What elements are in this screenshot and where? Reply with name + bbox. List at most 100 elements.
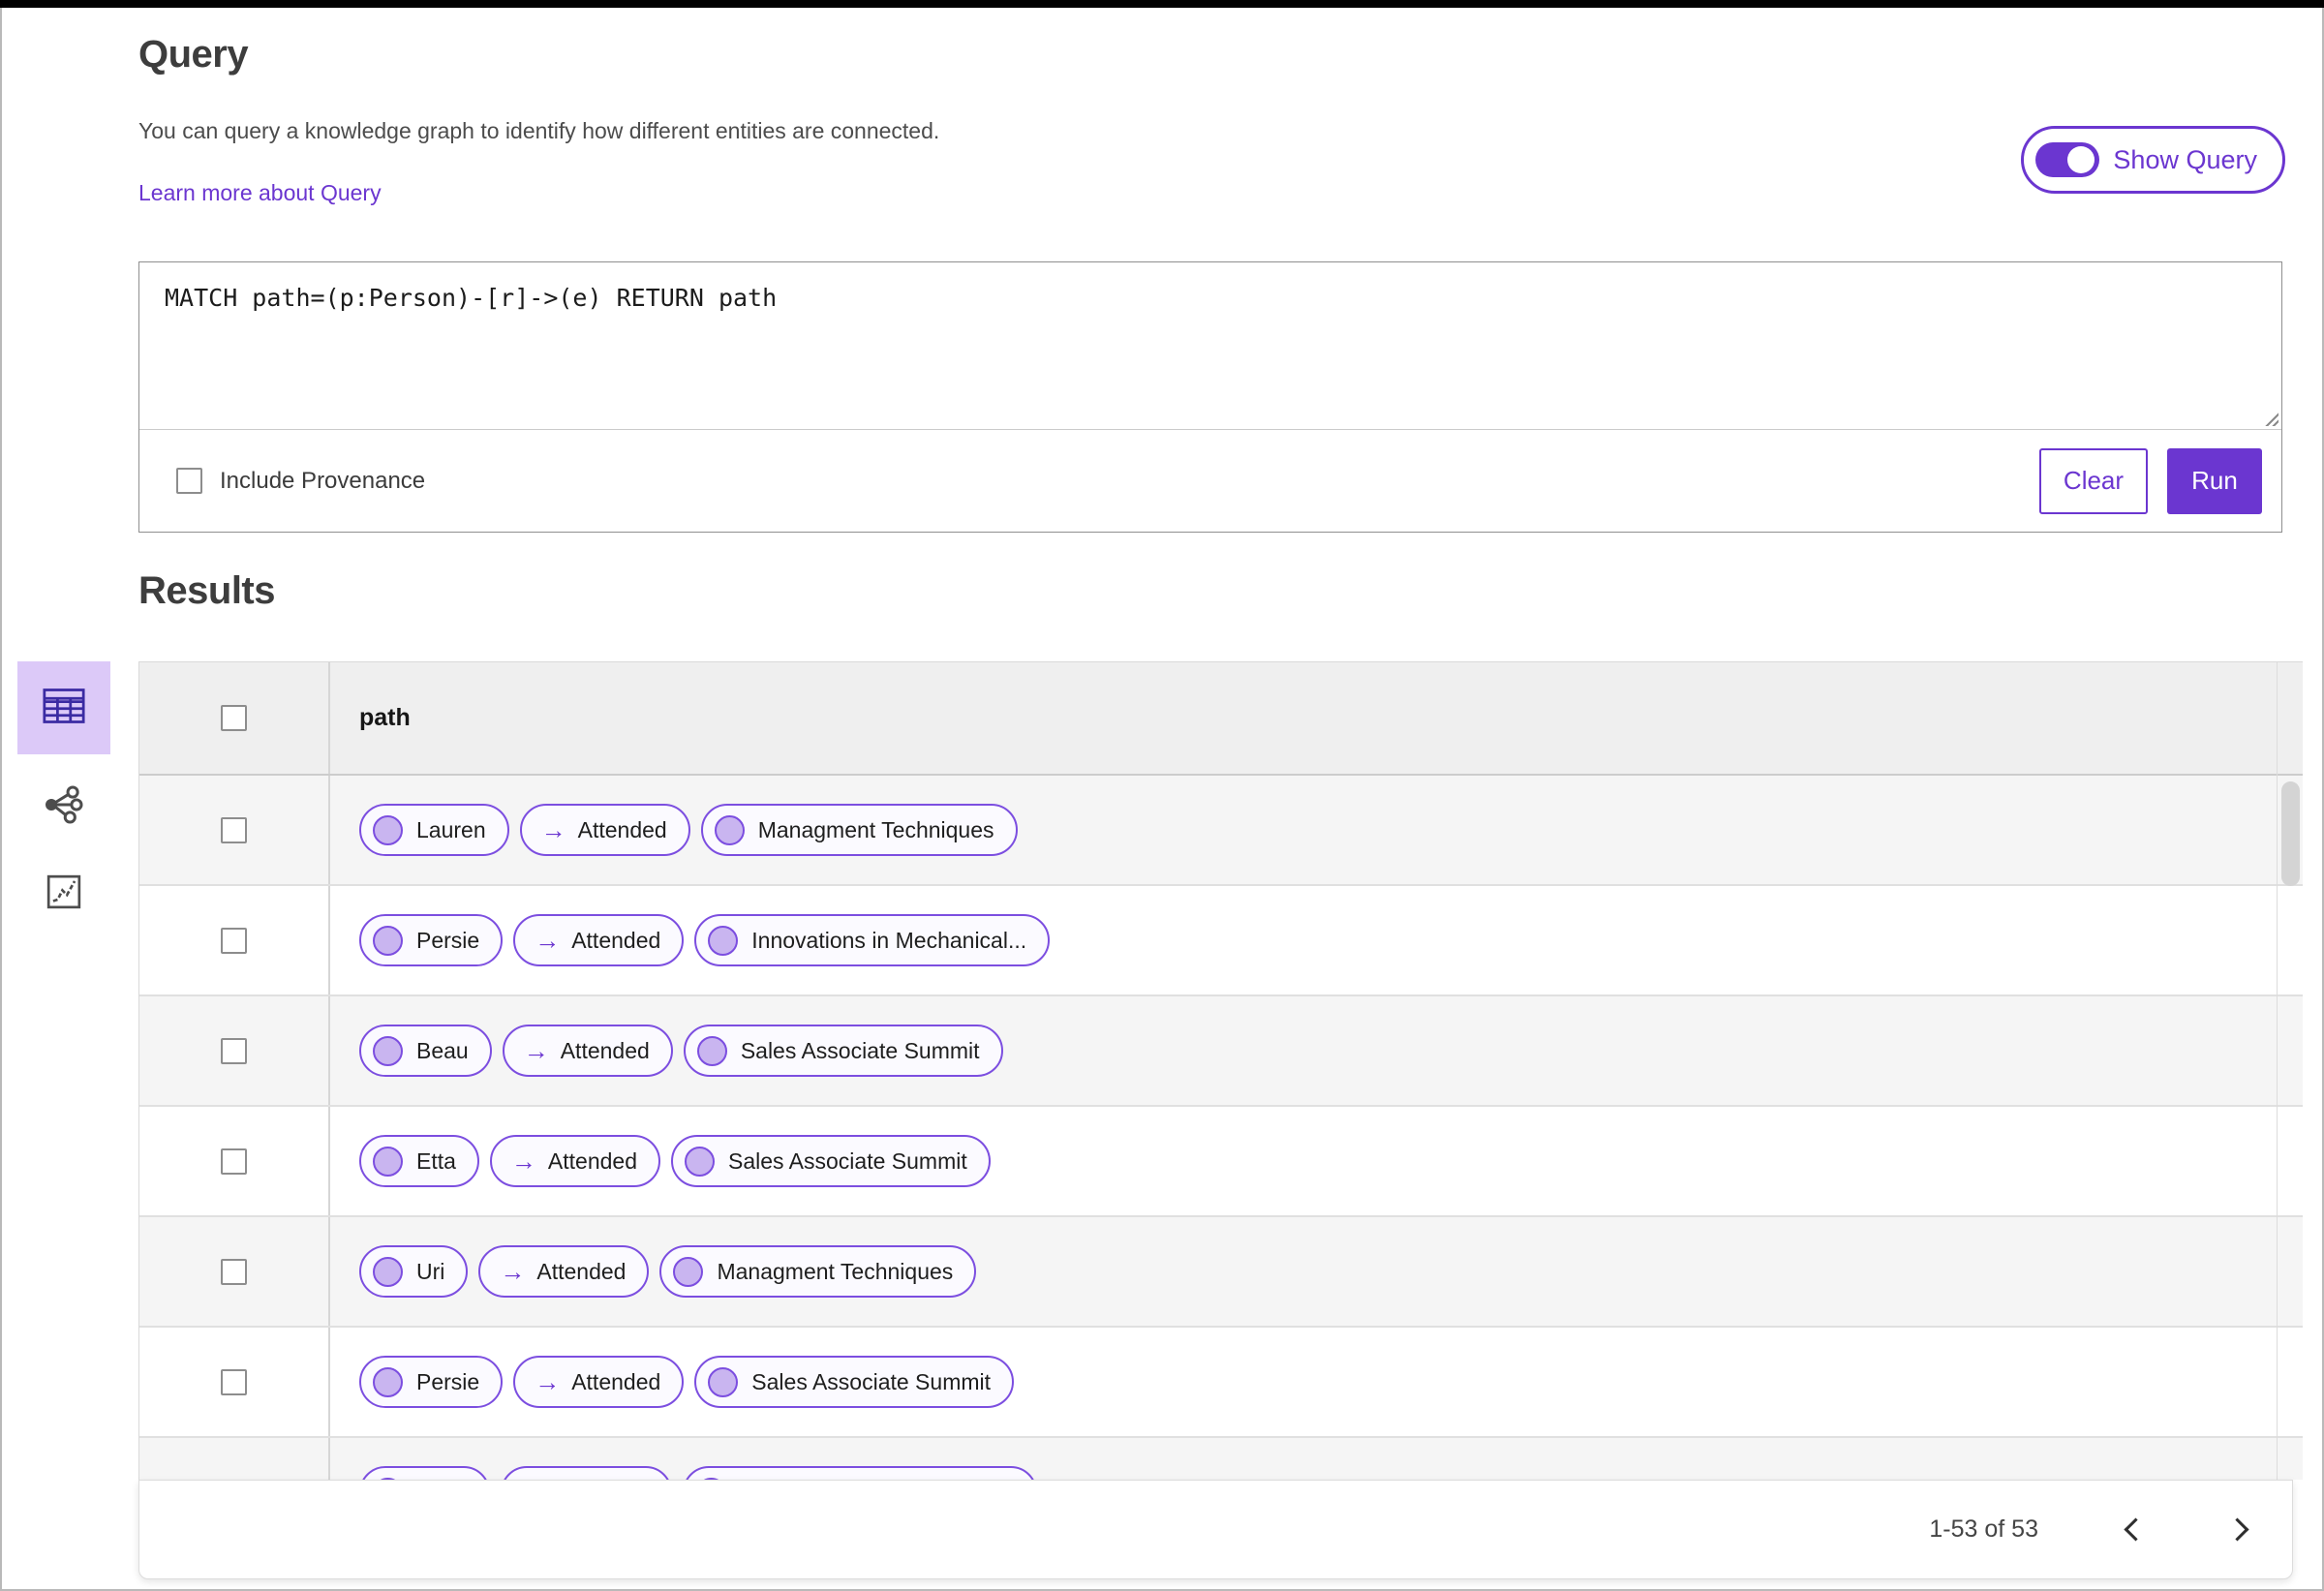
relation-pill[interactable]: → Attended	[502, 1025, 673, 1077]
table-row: Persie → Attended Innovations in Mechani…	[139, 886, 2303, 996]
arrow-icon: →	[535, 925, 561, 955]
relation-label: Attended	[536, 1258, 627, 1284]
node-circle-icon	[373, 814, 403, 845]
arrow-icon: →	[523, 1035, 549, 1065]
network-graph-icon	[44, 784, 84, 830]
include-provenance-checkbox[interactable]	[176, 468, 202, 494]
chart-view-button[interactable]	[17, 859, 110, 929]
entity-pill[interactable]: Persie	[359, 1356, 504, 1408]
table-row: Beau → Attended Sales Associate Summit	[139, 996, 2303, 1107]
results-table: path Lauren → Attended Managment Techniq…	[138, 661, 2303, 1480]
arrow-icon: →	[535, 1366, 561, 1396]
target-pill[interactable]: Innovations in Mechanical...	[694, 914, 1051, 966]
target-label: Sales Associate Summit	[740, 1037, 980, 1063]
arrow-icon: →	[510, 1146, 536, 1176]
entity-pill[interactable]: Persie	[359, 914, 504, 966]
table-row: Etta → Attended Sales Associate Summit	[139, 1107, 2303, 1217]
run-button[interactable]: Run	[2167, 447, 2262, 514]
table-body: Lauren → Attended Managment Techniques P…	[139, 776, 2303, 1480]
select-all-checkbox[interactable]	[221, 705, 247, 731]
entity-label: Uri	[416, 1258, 445, 1284]
row-checkbox[interactable]	[221, 816, 247, 843]
target-label: Innovations in Mechanical...	[751, 927, 1027, 953]
relation-pill[interactable]: → Attended	[478, 1245, 650, 1298]
entity-label: Beau	[416, 1037, 469, 1063]
target-pill[interactable]: Sales Associate Summit	[671, 1135, 991, 1187]
target-label: Sales Associate Summit	[728, 1147, 967, 1174]
table-row: Lauren → Attended Managment Techniques	[139, 776, 2303, 886]
row-checkbox[interactable]	[221, 1258, 247, 1285]
entity-label: Lauren	[416, 816, 486, 842]
toggle-switch-icon[interactable]	[2035, 142, 2100, 177]
results-title: Results	[138, 569, 276, 612]
scrollbar-thumb[interactable]	[2281, 781, 2300, 886]
query-title: Query	[138, 33, 249, 76]
target-label: Managment Techniques	[717, 1258, 954, 1284]
query-footer: Include Provenance Clear Run	[139, 429, 2281, 532]
node-circle-icon	[673, 1256, 704, 1287]
table-icon	[43, 688, 85, 729]
target-pill[interactable]: Managment Techniques	[700, 804, 1018, 856]
relation-pill[interactable]: → Attended	[519, 804, 690, 856]
node-circle-icon	[373, 1035, 403, 1066]
target-label: Sales Associate Summit	[751, 1368, 992, 1394]
graph-view-button[interactable]	[17, 772, 110, 841]
row-checkbox[interactable]	[221, 927, 247, 954]
entity-pill[interactable]: Lauren	[359, 804, 509, 856]
scrollbar-track	[2277, 662, 2278, 1480]
table-row: Persie → Attended Sales Associate Summit	[139, 1328, 2303, 1438]
entity-pill[interactable]: Beau	[359, 1025, 492, 1077]
entity-label: Persie	[416, 1368, 480, 1394]
node-circle-icon	[708, 1366, 739, 1397]
table-view-button[interactable]	[17, 661, 110, 754]
row-checkbox[interactable]	[221, 1147, 247, 1175]
query-input[interactable]: MATCH path=(p:Person)-[r]->(e) RETURN pa…	[139, 262, 2281, 429]
relation-label: Attended	[547, 1147, 638, 1174]
relation-label: Attended	[571, 1368, 661, 1394]
row-checkbox[interactable]	[221, 1368, 247, 1395]
entity-label: Persie	[416, 927, 480, 953]
table-row: Larry → Attended Innovations in Mechanic…	[139, 1438, 2303, 1480]
clear-button[interactable]: Clear	[2039, 447, 2148, 514]
target-pill[interactable]: Sales Associate Summit	[694, 1356, 1015, 1408]
include-provenance[interactable]: Include Provenance	[176, 468, 425, 495]
relation-pill[interactable]: → Attended	[501, 1466, 672, 1480]
line-chart-icon	[46, 873, 82, 915]
node-circle-icon	[373, 925, 403, 956]
relation-pill[interactable]: → Attended	[513, 1356, 685, 1408]
query-editor-panel: MATCH path=(p:Person)-[r]->(e) RETURN pa…	[138, 261, 2282, 533]
relation-label: Attended	[577, 816, 667, 842]
pagination-range: 1-53 of 53	[1929, 1515, 2038, 1543]
table-header-row: path	[139, 662, 2303, 776]
target-label: Managment Techniques	[757, 816, 994, 842]
target-pill[interactable]: Managment Techniques	[659, 1245, 977, 1298]
query-description: You can query a knowledge graph to ident…	[138, 118, 940, 143]
show-query-toggle[interactable]: Show Query	[2021, 126, 2285, 194]
relation-pill[interactable]: → Attended	[513, 914, 685, 966]
table-row: Uri → Attended Managment Techniques	[139, 1217, 2303, 1328]
target-pill[interactable]: Sales Associate Summit	[683, 1025, 1003, 1077]
learn-more-link[interactable]: Learn more about Query	[138, 180, 382, 206]
arrow-icon: →	[500, 1256, 526, 1286]
chevron-right-icon[interactable]	[2225, 1517, 2249, 1542]
view-switcher	[17, 661, 110, 929]
node-circle-icon	[696, 1035, 727, 1066]
entity-pill[interactable]: Etta	[359, 1135, 479, 1187]
row-checkbox[interactable]	[221, 1037, 247, 1064]
entity-label: Etta	[416, 1147, 456, 1174]
node-circle-icon	[685, 1146, 716, 1177]
entity-pill[interactable]: Uri	[359, 1245, 469, 1298]
node-circle-icon	[373, 1256, 403, 1287]
pagination-bar: 1-53 of 53	[138, 1480, 2293, 1579]
node-circle-icon	[714, 814, 745, 845]
arrow-icon: →	[540, 814, 566, 844]
relation-pill[interactable]: → Attended	[489, 1135, 661, 1187]
target-pill[interactable]: Innovations in Mechanical...	[682, 1466, 1038, 1480]
include-provenance-label: Include Provenance	[220, 467, 426, 494]
toggle-knob	[2067, 146, 2095, 173]
node-circle-icon	[373, 1146, 403, 1177]
relation-label: Attended	[560, 1037, 650, 1063]
relation-label: Attended	[571, 927, 661, 953]
entity-pill[interactable]: Larry	[359, 1466, 491, 1480]
chevron-left-icon[interactable]	[2124, 1517, 2148, 1542]
